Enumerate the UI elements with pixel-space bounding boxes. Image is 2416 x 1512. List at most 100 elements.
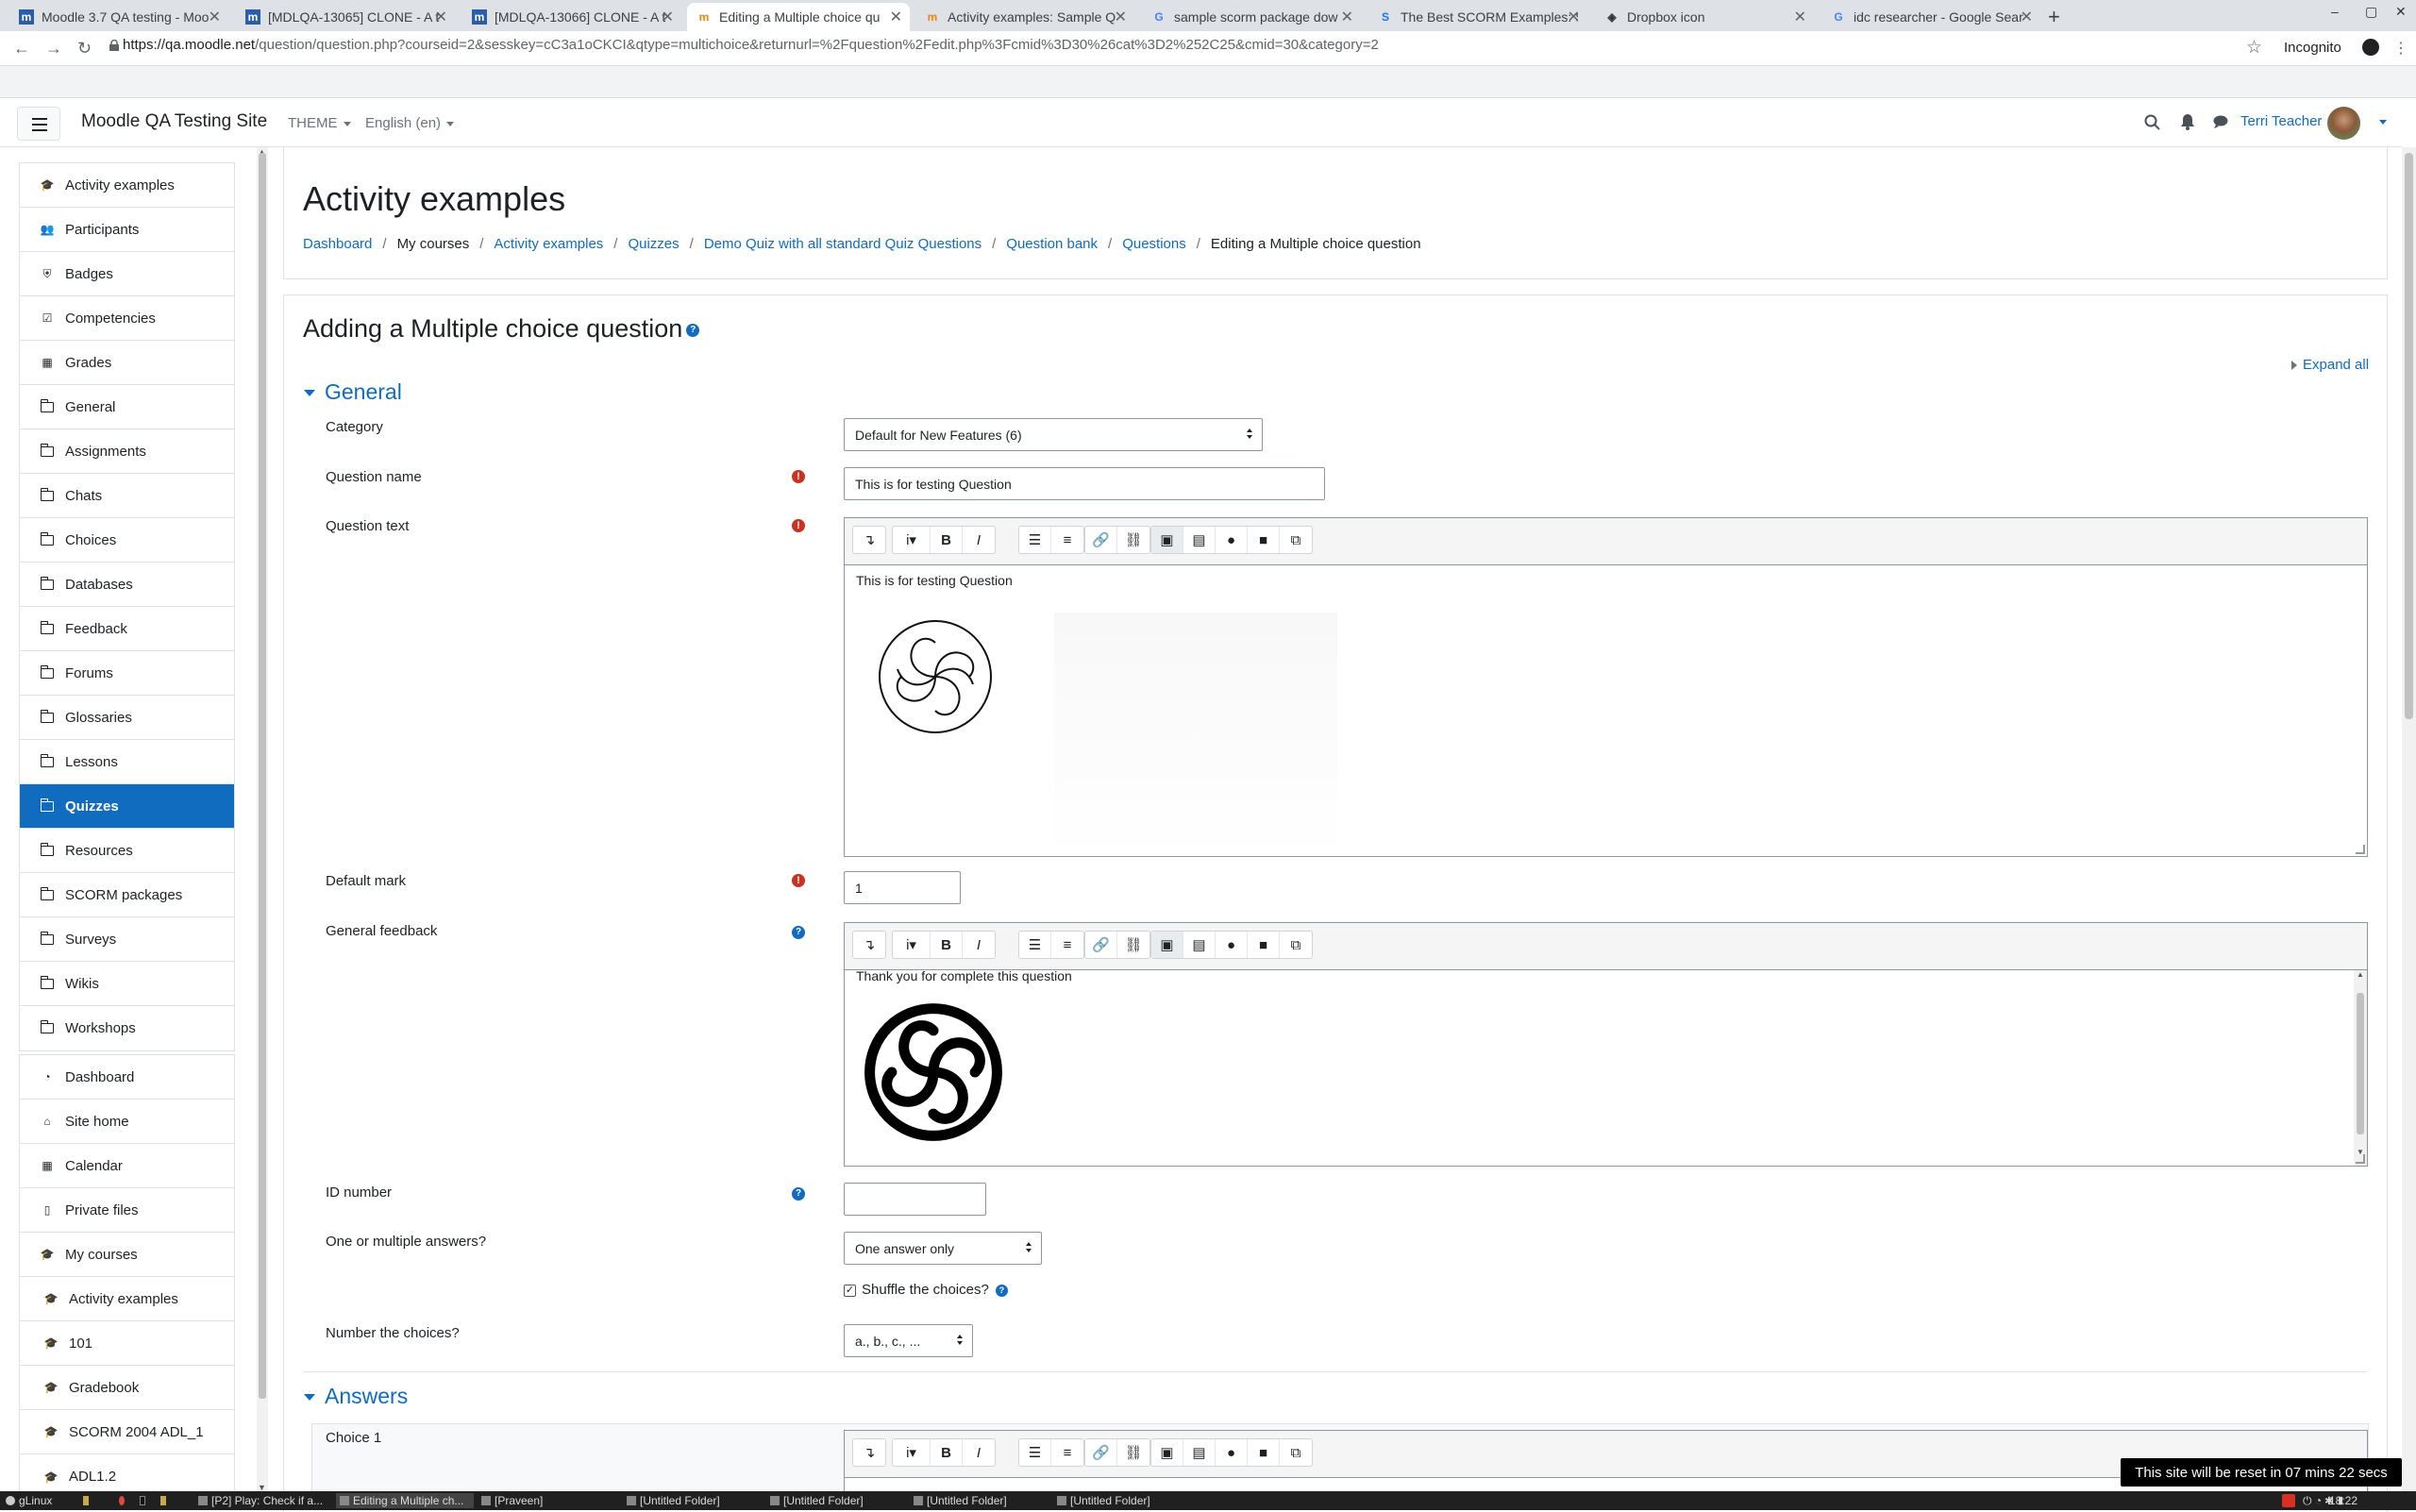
sidebar-item-forums[interactable]: Forums <box>20 651 234 696</box>
sidebar-item-badges[interactable]: ⛨ Badges <box>20 252 234 296</box>
bullet-list-icon[interactable]: ☰ <box>1019 1439 1051 1466</box>
scrollbar-thumb[interactable] <box>259 153 266 1399</box>
taskbar-task[interactable]: [Untitled Folder] <box>1053 1493 1191 1508</box>
link-icon[interactable]: 🔗 <box>1085 1439 1117 1466</box>
close-tab-icon[interactable]: ✕ <box>1568 8 1580 26</box>
paragraph-style-icon[interactable]: i▾ <box>893 932 931 958</box>
browser-tab[interactable]: Gidc researcher - Google Sear ✕ <box>1821 3 2040 31</box>
record-video-icon[interactable]: ■ <box>1248 527 1280 553</box>
media-icon[interactable]: ▤ <box>1183 527 1216 553</box>
image-icon[interactable]: ▣ <box>1151 1439 1183 1466</box>
folder-launcher-icon[interactable] <box>79 1493 96 1508</box>
unlink-icon[interactable]: ⛓ <box>1117 1439 1149 1466</box>
manage-files-icon[interactable]: ⧉ <box>1280 1439 1312 1466</box>
chat-icon[interactable] <box>2213 115 2228 128</box>
close-tab-icon[interactable]: ✕ <box>209 8 221 26</box>
browser-tab[interactable]: S The Best SCORM Examples: S ✕ <box>1368 3 1587 31</box>
scroll-up-icon[interactable]: ▲ <box>2357 970 2364 979</box>
drawer-toggle-button[interactable] <box>17 107 60 141</box>
record-audio-icon[interactable]: ● <box>1216 527 1248 553</box>
chrome-launcher-icon[interactable] <box>115 1493 132 1508</box>
manage-files-icon[interactable]: ⧉ <box>1280 527 1312 553</box>
close-tab-icon[interactable]: ✕ <box>1115 8 1127 26</box>
sidebar-item-lessons[interactable]: Lessons <box>20 740 234 784</box>
browser-tab[interactable]: ◈ Dropbox icon ✕ <box>1595 3 1814 31</box>
link-icon[interactable]: 🔗 <box>1085 527 1117 553</box>
media-icon[interactable]: ▤ <box>1183 1439 1216 1466</box>
breadcrumb-item[interactable]: Dashboard <box>303 236 372 252</box>
chevron-down-icon[interactable] <box>2374 113 2387 129</box>
close-tab-icon[interactable]: ✕ <box>435 8 447 26</box>
sidebar-item-databases[interactable]: Databases <box>20 563 234 607</box>
close-window-icon[interactable]: ✕ <box>2395 4 2407 20</box>
answers-section-header[interactable]: Answers <box>304 1384 408 1409</box>
unlink-icon[interactable]: ⛓ <box>1117 527 1149 553</box>
browser-tab[interactable]: m Moodle 3.7 QA testing - Moo ✕ <box>9 3 228 31</box>
taskbar-task[interactable]: [Praveen] <box>478 1493 615 1508</box>
bold-icon[interactable]: B <box>931 1439 963 1466</box>
close-tab-icon[interactable]: ✕ <box>2021 8 2033 26</box>
record-video-icon[interactable]: ■ <box>1248 1439 1280 1466</box>
taskbar-task[interactable]: [Untitled Folder] <box>623 1493 761 1508</box>
sidebar-item-surveys[interactable]: Surveys <box>20 917 234 962</box>
sidebar-item-grades[interactable]: ▦ Grades <box>20 341 234 385</box>
single-answer-select[interactable]: One answer only <box>844 1232 1042 1265</box>
id-number-input[interactable] <box>844 1183 986 1216</box>
scrollbar-thumb[interactable] <box>2357 993 2364 1134</box>
sidebar-item-chats[interactable]: Chats <box>20 474 234 518</box>
reload-icon[interactable]: ↻ <box>77 39 92 59</box>
sidebar-item-dashboard[interactable]: ◔ Dashboard <box>20 1055 234 1100</box>
terminal-launcher-icon[interactable] <box>136 1493 153 1508</box>
taskbar-task[interactable]: [Untitled Folder] <box>766 1493 904 1508</box>
bookmark-star-icon[interactable]: ☆ <box>2246 37 2262 59</box>
forward-arrow-icon[interactable]: → <box>45 39 62 59</box>
sidebar-item-scorm-2004-adl-1[interactable]: 🎓 SCORM 2004 ADL_1 <box>20 1410 234 1454</box>
sidebar-item-general[interactable]: General <box>20 385 234 429</box>
scrollbar-thumb[interactable] <box>2405 153 2413 719</box>
browser-menu-icon[interactable]: ⋮ <box>2393 39 2408 58</box>
files-launcher-icon[interactable] <box>157 1493 174 1508</box>
sidebar-scrollbar[interactable]: ▲ ▼ <box>257 147 268 1492</box>
show-more-icon[interactable]: ↴ <box>853 527 885 553</box>
help-icon[interactable]: ? <box>686 323 700 337</box>
show-more-icon[interactable]: ↴ <box>853 1439 885 1466</box>
shuffle-checkbox[interactable]: ✓ <box>844 1285 856 1297</box>
breadcrumb-item[interactable]: Activity examples <box>494 236 603 252</box>
italic-icon[interactable]: I <box>963 932 995 958</box>
back-arrow-icon[interactable]: ← <box>13 39 30 59</box>
question-text-editor[interactable]: ↴ i▾ B I ☰ ≡ 🔗 ⛓ ▣ ▤ ● ■ ⧉ This is for testing Q… <box>844 517 2368 857</box>
theme-menu[interactable]: THEME <box>288 115 351 131</box>
close-tab-icon[interactable]: ✕ <box>1794 8 1806 26</box>
manage-files-icon[interactable]: ⧉ <box>1280 932 1312 958</box>
sidebar-item-assignments[interactable]: Assignments <box>20 429 234 474</box>
bold-icon[interactable]: B <box>931 527 963 553</box>
sidebar-item-competencies[interactable]: ☑ Competencies <box>20 296 234 341</box>
sidebar-item-glossaries[interactable]: Glossaries <box>20 696 234 740</box>
incognito-icon[interactable] <box>2362 39 2379 56</box>
browser-tab[interactable]: m [MDLQA-13065] CLONE - A t ✕ <box>236 3 455 31</box>
browser-tab-active[interactable]: m Editing a Multiple choice qu ✕ <box>687 3 910 31</box>
sidebar-item-workshops[interactable]: Workshops <box>20 1006 234 1050</box>
unlink-icon[interactable]: ⛓ <box>1117 932 1149 958</box>
number-choices-select[interactable]: a., b., c., ... <box>844 1324 973 1357</box>
sidebar-item-resources[interactable]: Resources <box>20 829 234 873</box>
sidebar-item-activity-examples[interactable]: 🎓 Activity examples <box>20 1277 234 1321</box>
sidebar-item-calendar[interactable]: ▦ Calendar <box>20 1144 234 1188</box>
taskbar-task[interactable]: [Untitled Folder] <box>910 1493 1048 1508</box>
sidebar-item-private-files[interactable]: ▯ Private files <box>20 1188 234 1233</box>
italic-icon[interactable]: I <box>963 1439 995 1466</box>
browser-tab[interactable]: m Activity examples: Sample Q ✕ <box>915 3 1134 31</box>
record-audio-icon[interactable]: ● <box>1216 1439 1248 1466</box>
category-select[interactable]: Default for New Features (6) <box>844 418 1263 451</box>
minimize-icon[interactable]: – <box>2331 4 2339 19</box>
sidebar-item-choices[interactable]: Choices <box>20 518 234 563</box>
breadcrumb-item[interactable]: Quizzes <box>628 236 679 252</box>
site-name[interactable]: Moodle QA Testing Site <box>81 111 267 132</box>
link-icon[interactable]: 🔗 <box>1085 932 1117 958</box>
sidebar-item-wikis[interactable]: Wikis <box>20 962 234 1006</box>
address-bar[interactable]: https://qa.moodle.net/question/question.… <box>123 37 1379 53</box>
taskbar-task[interactable]: Editing a Multiple ch... <box>336 1493 474 1508</box>
sidebar-item-101[interactable]: 🎓 101 <box>20 1321 234 1366</box>
sidebar-item-my-courses[interactable]: 🎓 My courses <box>20 1233 234 1277</box>
default-mark-input[interactable]: 1 <box>844 871 961 904</box>
